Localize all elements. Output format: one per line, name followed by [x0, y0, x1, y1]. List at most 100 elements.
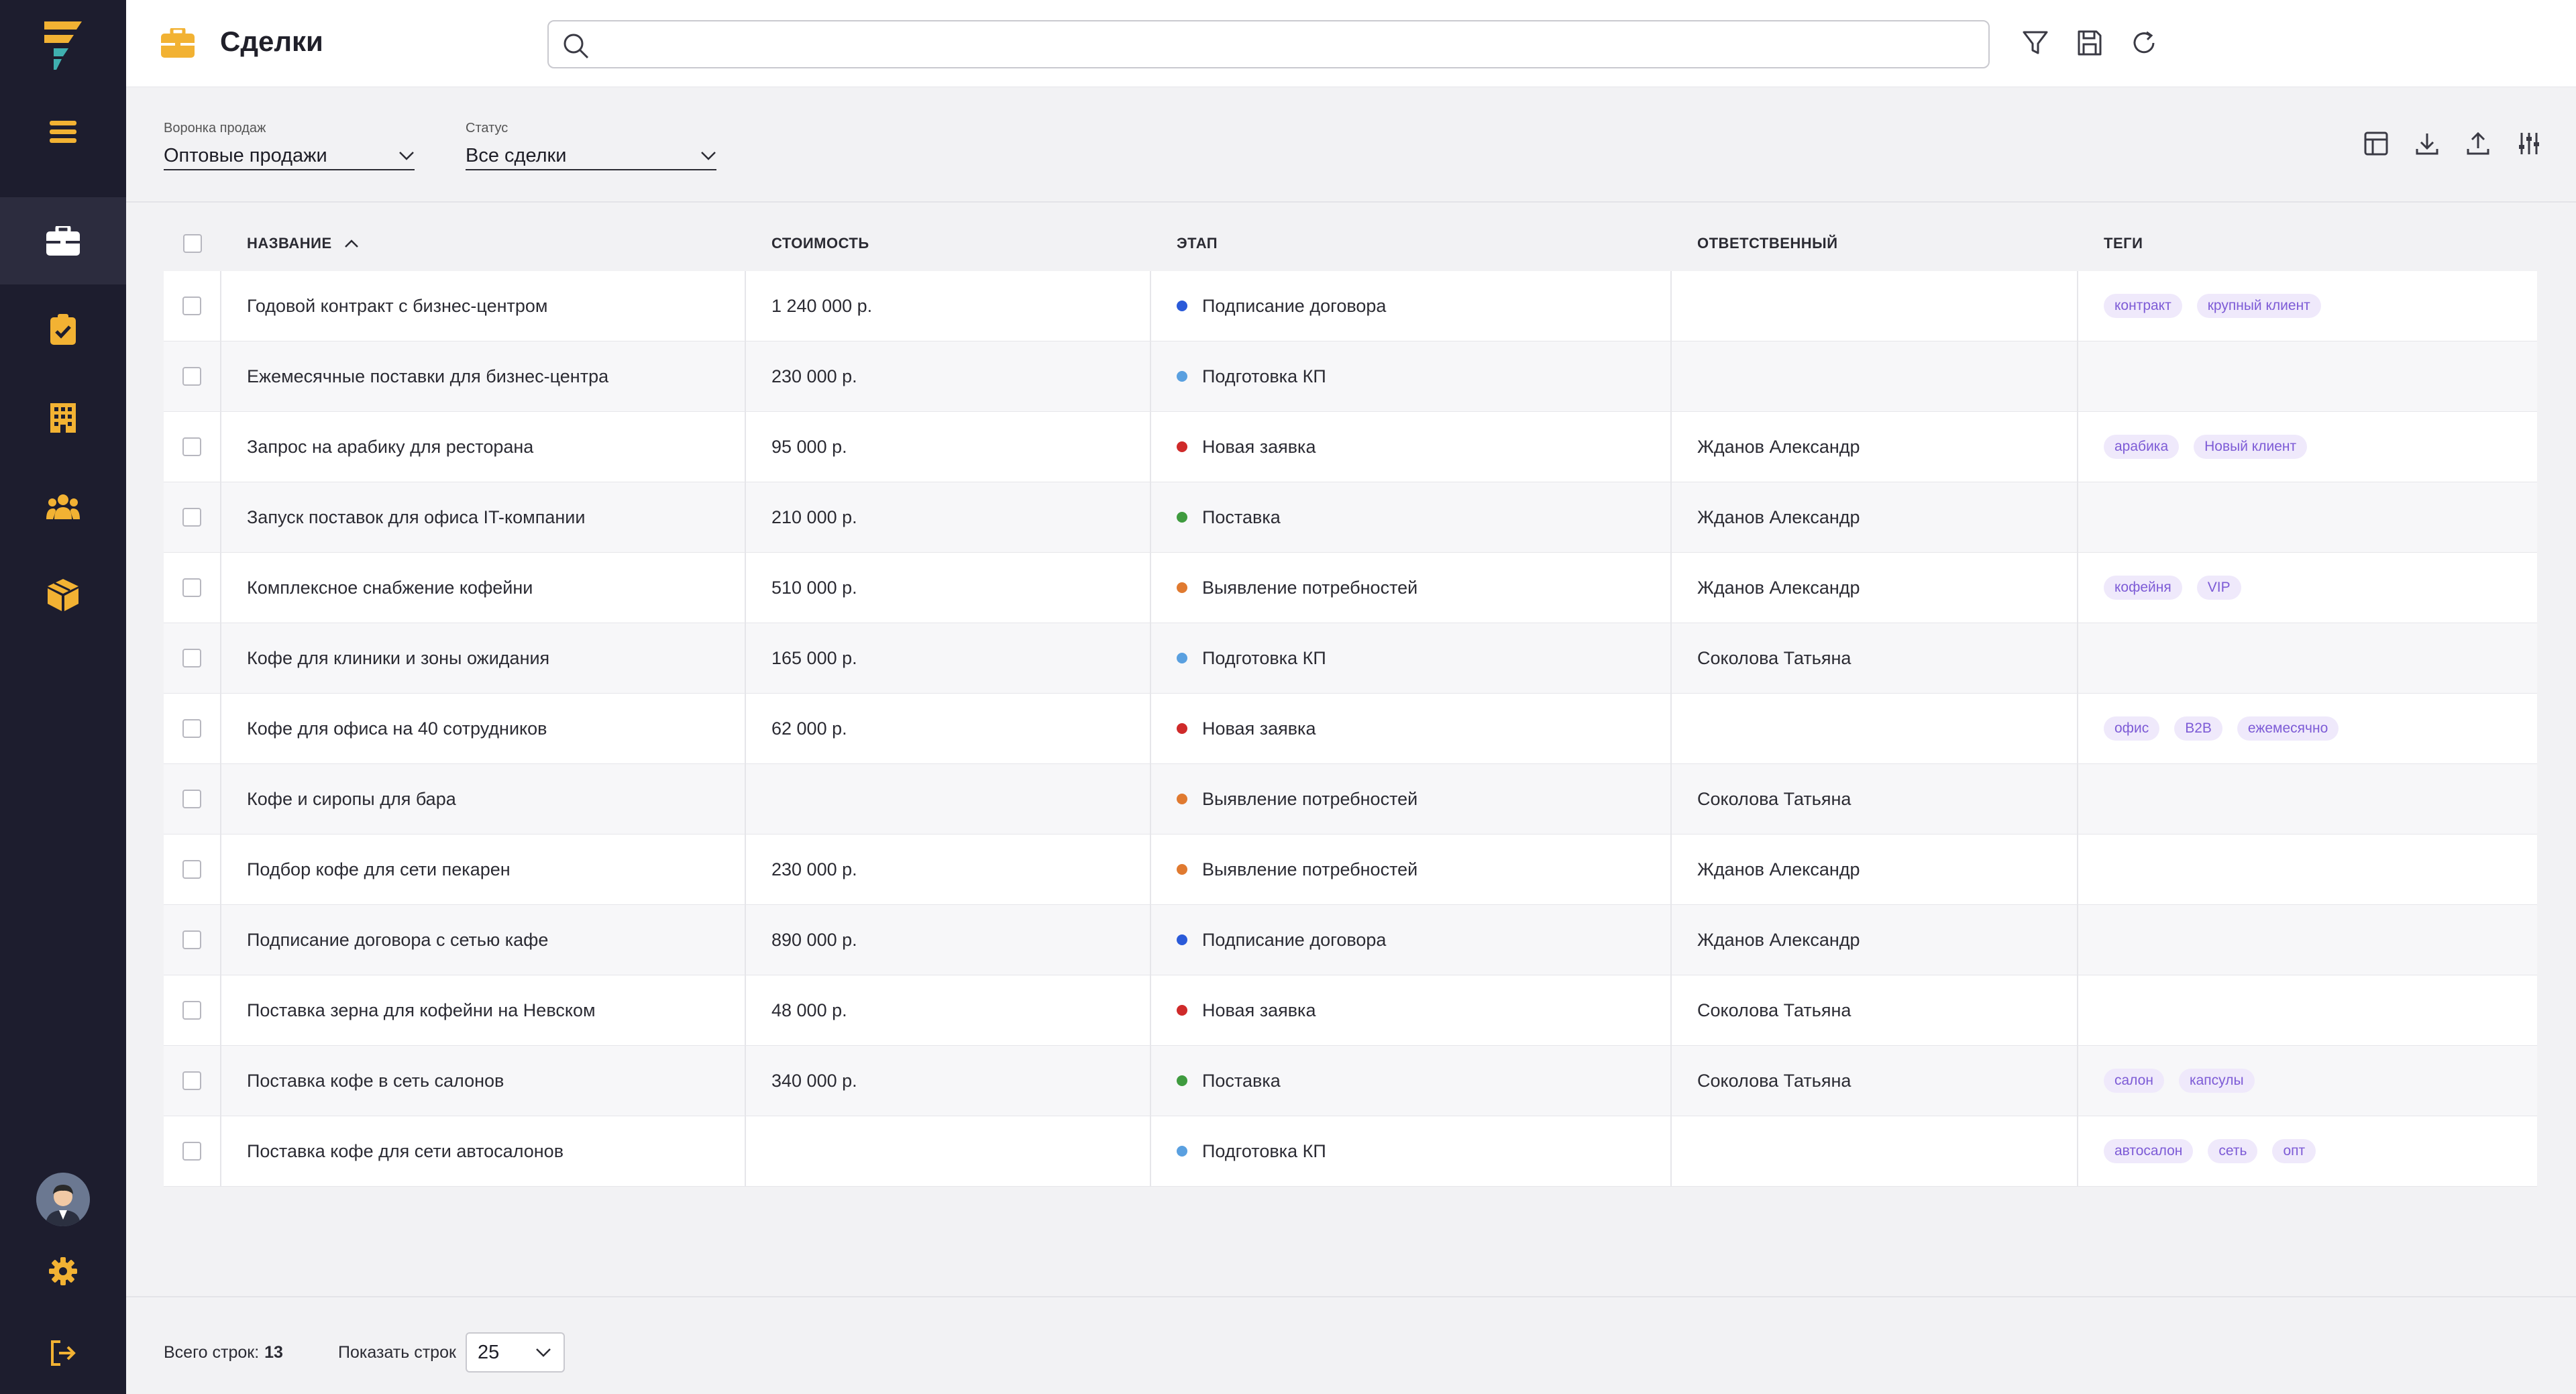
chevron-down-icon	[399, 152, 414, 160]
status-filter-label: Статус	[466, 121, 508, 136]
deal-name[interactable]: Подбор кофе для сети пекарен	[221, 835, 746, 904]
deal-stage: Новая заявка	[1151, 412, 1672, 482]
download-icon[interactable]	[2415, 131, 2439, 156]
sidebar-item-deals[interactable]	[0, 197, 126, 284]
deal-responsible: Соколова Татьяна	[1672, 975, 2078, 1045]
avatar[interactable]	[36, 1173, 90, 1226]
deal-name[interactable]: Ежемесячные поставки для бизнес-центра	[221, 341, 746, 411]
sidebar-item-settings[interactable]	[0, 1241, 126, 1301]
tag-chip[interactable]: офис	[2104, 716, 2160, 741]
total-rows-value: 13	[264, 1343, 283, 1362]
deal-name[interactable]: Поставка кофе для сети автосалонов	[221, 1116, 746, 1186]
sliders-icon[interactable]	[2517, 131, 2541, 156]
logout-button[interactable]	[0, 1323, 126, 1383]
select-all-checkbox[interactable]	[183, 234, 202, 253]
row-checkbox[interactable]	[182, 367, 201, 386]
row-checkbox[interactable]	[182, 578, 201, 597]
deal-name[interactable]: Подписание договора с сетью кафе	[221, 905, 746, 975]
deal-cost: 165 000 р.	[746, 623, 1151, 693]
deal-name[interactable]: Поставка зерна для кофейни на Невском	[221, 975, 746, 1045]
save-icon[interactable]	[2077, 30, 2102, 56]
logo-icon[interactable]	[42, 19, 85, 72]
sidebar-item-companies[interactable]	[0, 374, 126, 462]
tag-chip[interactable]: крупный клиент	[2196, 294, 2321, 318]
search-icon[interactable]	[562, 32, 589, 59]
row-checkbox[interactable]	[182, 1142, 201, 1161]
stage-status-dot	[1177, 1075, 1187, 1086]
table-row[interactable]: Запрос на арабику для ресторана 95 000 р.…	[164, 412, 2537, 482]
row-checkbox[interactable]	[182, 719, 201, 738]
building-icon	[50, 403, 76, 433]
table-row[interactable]: Годовой контракт с бизнес-центром 1 240 0…	[164, 271, 2537, 341]
sidebar-item-products[interactable]	[0, 551, 126, 639]
tag-chip[interactable]: Новый клиент	[2194, 435, 2308, 459]
deal-name[interactable]: Запуск поставок для офиса IT-компании	[221, 482, 746, 552]
tag-chip[interactable]: VIP	[2196, 576, 2241, 600]
column-header-stage[interactable]: ЭТАП	[1151, 235, 1672, 252]
deal-responsible: Соколова Татьяна	[1672, 764, 2078, 834]
sidebar-item-tasks[interactable]	[0, 286, 126, 373]
table-row[interactable]: Ежемесячные поставки для бизнес-центра 23…	[164, 341, 2537, 412]
search-input[interactable]	[602, 21, 1971, 67]
table-row[interactable]: Подписание договора с сетью кафе 890 000 …	[164, 905, 2537, 975]
deal-responsible: Жданов Александр	[1672, 835, 2078, 904]
deal-tags: кофейня VIP	[2078, 553, 2537, 623]
sidebar-item-contacts[interactable]	[0, 463, 126, 550]
table-row[interactable]: Поставка зерна для кофейни на Невском 48 …	[164, 975, 2537, 1046]
row-checkbox[interactable]	[182, 790, 201, 808]
tag-chip[interactable]: салон	[2104, 1069, 2164, 1093]
rows-per-page-select[interactable]: 25	[466, 1332, 565, 1373]
deal-cost	[746, 1116, 1151, 1186]
column-header-name[interactable]: НАЗВАНИЕ	[221, 235, 746, 252]
table-row[interactable]: Кофе для офиса на 40 сотрудников 62 000 р…	[164, 694, 2537, 764]
refresh-icon[interactable]	[2131, 30, 2157, 56]
tag-chip[interactable]: опт	[2272, 1139, 2316, 1163]
tag-chip[interactable]: B2B	[2174, 716, 2222, 741]
tag-chip[interactable]: ежемесячно	[2237, 716, 2339, 741]
row-checkbox[interactable]	[182, 297, 201, 315]
table-row[interactable]: Подбор кофе для сети пекарен 230 000 р. Вы…	[164, 835, 2537, 905]
table-row[interactable]: Запуск поставок для офиса IT-компании 210…	[164, 482, 2537, 553]
table-row[interactable]: Кофе для клиники и зоны ожидания 165 000 …	[164, 623, 2537, 694]
deal-name[interactable]: Комплексное снабжение кофейни	[221, 553, 746, 623]
table-row[interactable]: Поставка кофе в сеть салонов 340 000 р. По…	[164, 1046, 2537, 1116]
menu-toggle-button[interactable]	[0, 89, 126, 176]
tag-chip[interactable]: капсулы	[2178, 1069, 2255, 1093]
row-checkbox[interactable]	[182, 860, 201, 879]
table-row[interactable]: Поставка кофе для сети автосалонов Подгот…	[164, 1116, 2537, 1187]
row-checkbox[interactable]	[182, 649, 201, 667]
page-title: Сделки	[220, 25, 323, 57]
column-header-cost[interactable]: СТОИМОСТЬ	[746, 235, 1151, 252]
column-header-responsible[interactable]: ОТВЕТСТВЕННЫЙ	[1672, 235, 2078, 252]
deal-name[interactable]: Годовой контракт с бизнес-центром	[221, 271, 746, 341]
funnel-select[interactable]: Оптовые продажи	[164, 142, 415, 170]
tag-chip[interactable]: автосалон	[2104, 1139, 2194, 1163]
deal-name[interactable]: Поставка кофе в сеть салонов	[221, 1046, 746, 1116]
status-select[interactable]: Все сделки	[466, 142, 716, 170]
tag-chip[interactable]: контракт	[2104, 294, 2182, 318]
deal-name[interactable]: Кофе для клиники и зоны ожидания	[221, 623, 746, 693]
deal-stage-label: Новая заявка	[1202, 1000, 1316, 1020]
filter-icon[interactable]	[2022, 30, 2049, 56]
table-row[interactable]: Комплексное снабжение кофейни 510 000 р. В…	[164, 553, 2537, 623]
tag-chip[interactable]: кофейня	[2104, 576, 2182, 600]
tag-chip[interactable]: сеть	[2208, 1139, 2258, 1163]
row-checkbox[interactable]	[182, 930, 201, 949]
row-checkbox[interactable]	[182, 1001, 201, 1020]
deal-tags	[2078, 482, 2537, 552]
deal-tags: автосалон сеть опт	[2078, 1116, 2537, 1186]
upload-icon[interactable]	[2466, 131, 2490, 156]
row-checkbox[interactable]	[182, 437, 201, 456]
deal-name[interactable]: Запрос на арабику для ресторана	[221, 412, 746, 482]
deal-name[interactable]: Кофе для офиса на 40 сотрудников	[221, 694, 746, 763]
column-header-tags[interactable]: ТЕГИ	[2078, 235, 2537, 252]
layout-icon[interactable]	[2364, 131, 2388, 156]
row-checkbox[interactable]	[182, 508, 201, 527]
deal-tags: арабика Новый клиент	[2078, 412, 2537, 482]
table-row[interactable]: Кофе и сиропы для бара Выявление потребно…	[164, 764, 2537, 835]
deal-cost: 62 000 р.	[746, 694, 1151, 763]
tag-chip[interactable]: арабика	[2104, 435, 2180, 459]
stage-status-dot	[1177, 934, 1187, 945]
deal-name[interactable]: Кофе и сиропы для бара	[221, 764, 746, 834]
row-checkbox[interactable]	[182, 1071, 201, 1090]
